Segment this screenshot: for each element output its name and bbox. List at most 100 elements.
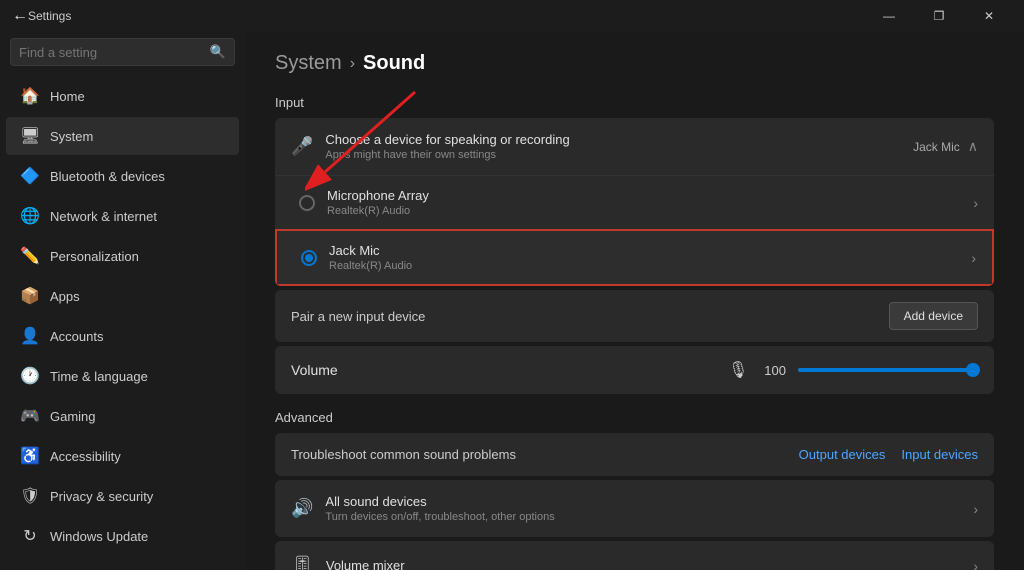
bluetooth-icon: 🔷 [20, 166, 40, 186]
volume-mixer-text: Volume mixer [326, 558, 961, 570]
volume-mixer-label: Volume mixer [326, 558, 961, 570]
titlebar: ← Settings — ❐ ✕ [0, 0, 1024, 32]
breadcrumb-current: Sound [363, 52, 425, 75]
mixer-icon: 🎚 [291, 555, 314, 570]
accounts-icon: 👤 [20, 326, 40, 346]
close-button[interactable]: ✕ [966, 0, 1012, 32]
sidebar-item-apps[interactable]: 📦 Apps [6, 277, 239, 315]
chevron-right-icon: › [973, 501, 978, 517]
troubleshoot-label: Troubleshoot common sound problems [291, 447, 516, 462]
input-section-title: Input [275, 95, 994, 110]
output-devices-link[interactable]: Output devices [799, 447, 886, 462]
jack-mic-label: Jack Mic [329, 243, 959, 258]
sidebar-item-home[interactable]: 🏠 Home [6, 77, 239, 115]
input-devices-link[interactable]: Input devices [901, 447, 978, 462]
sidebar: 🔍 🏠 Home 🖥 System 🔷 Bluetooth & devices … [0, 32, 245, 570]
sidebar-item-privacy[interactable]: 🛡 Privacy & security [6, 477, 239, 515]
troubleshoot-links: Output devices Input devices [799, 447, 978, 462]
all-sound-devices-header[interactable]: 🔊 All sound devices Turn devices on/off,… [275, 480, 994, 537]
input-card: 🎤 Choose a device for speaking or record… [275, 118, 994, 286]
app-body: 🔍 🏠 Home 🖥 System 🔷 Bluetooth & devices … [0, 32, 1024, 570]
add-device-button[interactable]: Add device [889, 302, 978, 330]
sidebar-item-gaming[interactable]: 🎮 Gaming [6, 397, 239, 435]
input-device-main: Choose a device for speaking or recordin… [325, 132, 901, 147]
sound-devices-icon: 🔊 [291, 498, 313, 519]
sidebar-item-label: Privacy & security [50, 489, 153, 504]
apps-icon: 📦 [20, 286, 40, 306]
chevron-right-icon: › [971, 250, 976, 266]
main-content: System › Sound Input 🎤 Choose a device f… [245, 32, 1024, 570]
search-input[interactable] [19, 45, 204, 60]
gaming-icon: 🎮 [20, 406, 40, 426]
sidebar-item-label: Gaming [50, 409, 96, 424]
sidebar-item-label: System [50, 129, 93, 144]
sidebar-item-system[interactable]: 🖥 System [6, 117, 239, 155]
sidebar-item-label: Accessibility [50, 449, 121, 464]
jack-mic-sub: Realtek(R) Audio [329, 260, 959, 272]
volume-mixer-header[interactable]: 🎚 Volume mixer › [275, 541, 994, 570]
maximize-button[interactable]: ❐ [916, 0, 962, 32]
chevron-right-icon: › [973, 195, 978, 211]
volume-label: Volume [291, 362, 716, 378]
sidebar-item-label: Bluetooth & devices [50, 169, 165, 184]
volume-slider[interactable] [798, 368, 978, 372]
jack-mic-text: Jack Mic Realtek(R) Audio [329, 243, 959, 272]
breadcrumb-system: System [275, 52, 342, 75]
volume-value: 100 [764, 363, 786, 378]
volume-icon: 🎙 [728, 360, 748, 380]
system-icon: 🖥 [20, 126, 40, 146]
volume-row: Volume 🎙 100 [275, 346, 994, 394]
network-icon: 🌐 [20, 206, 40, 226]
breadcrumb: System › Sound [275, 52, 994, 75]
pair-device-row: Pair a new input device Add device [275, 290, 994, 342]
accessibility-icon: ♿ [20, 446, 40, 466]
update-icon: ↻ [20, 526, 40, 546]
search-box[interactable]: 🔍 [10, 38, 235, 66]
all-sound-devices-label: All sound devices [325, 494, 961, 509]
sidebar-item-label: Personalization [50, 249, 139, 264]
sidebar-item-windows-update[interactable]: ↻ Windows Update [6, 517, 239, 555]
personalization-icon: ✏️ [20, 246, 40, 266]
input-device-text: Choose a device for speaking or recordin… [325, 132, 901, 161]
all-sound-devices-text: All sound devices Turn devices on/off, t… [325, 494, 961, 523]
troubleshoot-row: Troubleshoot common sound problems Outpu… [275, 433, 994, 476]
slider-thumb[interactable] [966, 363, 980, 377]
microphone-icon: 🎤 [291, 136, 313, 157]
radio-microphone-array[interactable] [299, 195, 315, 211]
sidebar-item-accounts[interactable]: 👤 Accounts [6, 317, 239, 355]
search-icon: 🔍 [210, 44, 226, 60]
expand-chevron-icon: ∧ [968, 138, 978, 155]
sidebar-item-label: Time & language [50, 369, 148, 384]
sidebar-item-accessibility[interactable]: ♿ Accessibility [6, 437, 239, 475]
selected-device-label: Jack Mic [913, 140, 960, 154]
sidebar-item-personalization[interactable]: ✏️ Personalization [6, 237, 239, 275]
privacy-icon: 🛡 [20, 486, 40, 506]
input-device-right: Jack Mic ∧ [913, 138, 978, 155]
minimize-button[interactable]: — [866, 0, 912, 32]
back-arrow-icon[interactable]: ← [12, 7, 28, 25]
microphone-array-sub: Realtek(R) Audio [327, 205, 961, 217]
input-device-sub: Apps might have their own settings [325, 149, 901, 161]
sidebar-item-label: Accounts [50, 329, 103, 344]
microphone-array-text: Microphone Array Realtek(R) Audio [327, 188, 961, 217]
slider-fill [798, 368, 978, 372]
sidebar-item-label: Home [50, 89, 85, 104]
all-sound-devices-sub: Turn devices on/off, troubleshoot, other… [325, 511, 961, 523]
volume-mixer-card: 🎚 Volume mixer › [275, 541, 994, 570]
microphone-array-item[interactable]: Microphone Array Realtek(R) Audio › [275, 175, 994, 229]
time-icon: 🕐 [20, 366, 40, 386]
titlebar-controls: — ❐ ✕ [866, 0, 1012, 32]
all-sound-devices-card: 🔊 All sound devices Turn devices on/off,… [275, 480, 994, 537]
jack-mic-item[interactable]: Jack Mic Realtek(R) Audio › [275, 229, 994, 286]
sidebar-item-time[interactable]: 🕐 Time & language [6, 357, 239, 395]
sidebar-item-bluetooth[interactable]: 🔷 Bluetooth & devices [6, 157, 239, 195]
sidebar-item-label: Network & internet [50, 209, 157, 224]
sidebar-item-network[interactable]: 🌐 Network & internet [6, 197, 239, 235]
radio-jack-mic[interactable] [301, 250, 317, 266]
chevron-right-icon: › [973, 558, 978, 570]
main-wrapper: System › Sound Input 🎤 Choose a device f… [245, 32, 1024, 570]
titlebar-title: Settings [28, 9, 866, 23]
microphone-array-label: Microphone Array [327, 188, 961, 203]
home-icon: 🏠 [20, 86, 40, 106]
input-device-header[interactable]: 🎤 Choose a device for speaking or record… [275, 118, 994, 175]
